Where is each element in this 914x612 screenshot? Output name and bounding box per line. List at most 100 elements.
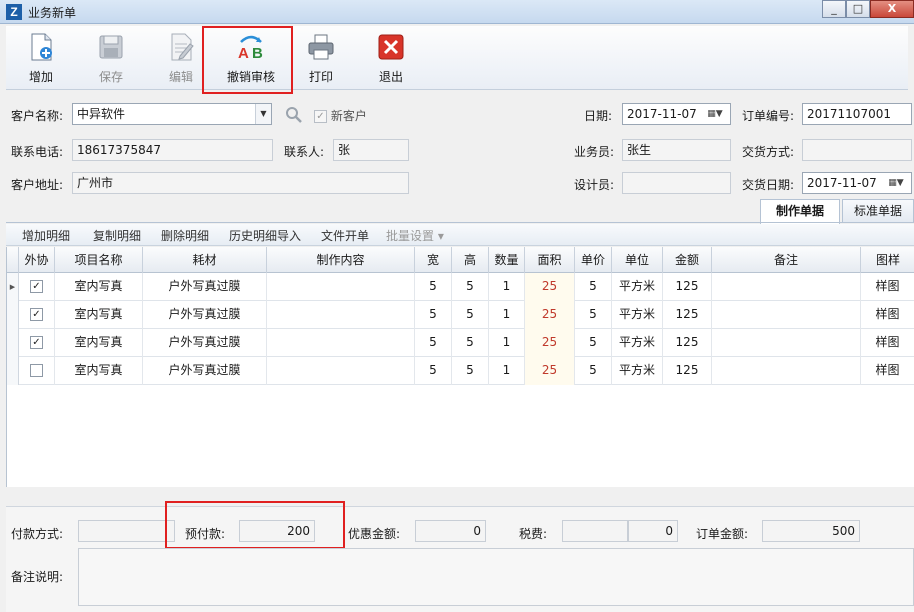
salesman-field[interactable]: 张生 (622, 139, 731, 161)
cell-amount[interactable]: 125 (663, 273, 712, 301)
col-sample[interactable]: 图样 (861, 247, 914, 273)
cell-unit-price[interactable]: 5 (575, 301, 612, 329)
cell-quantity[interactable]: 1 (489, 301, 525, 329)
col-unit-price[interactable]: 单价 (575, 247, 612, 273)
col-note[interactable]: 备注 (712, 247, 861, 273)
col-width[interactable]: 宽 (415, 247, 452, 273)
col-height[interactable]: 高 (452, 247, 489, 273)
cell-width[interactable]: 5 (415, 357, 452, 385)
delivery-date-picker[interactable]: 2017-11-07 ▦▼ (802, 172, 912, 194)
row-indicator[interactable] (7, 329, 19, 357)
cell-sample[interactable]: 样图 (861, 301, 914, 329)
cell-amount[interactable]: 125 (663, 329, 712, 357)
col-area[interactable]: 面积 (525, 247, 575, 273)
cell-unit[interactable]: 平方米 (612, 301, 663, 329)
tax-field[interactable]: 0 (628, 520, 678, 542)
checkbox-checked-icon[interactable]: ✓ (30, 308, 43, 321)
cell-item-name[interactable]: 室内写真 (55, 301, 143, 329)
close-window-button[interactable]: X (870, 0, 914, 18)
col-item-name[interactable]: 项目名称 (55, 247, 143, 273)
order-amount-field[interactable]: 500 (762, 520, 860, 542)
cell-item-name[interactable]: 室内写真 (55, 329, 143, 357)
minimize-button[interactable]: _ (822, 0, 846, 18)
cell-unit[interactable]: 平方米 (612, 273, 663, 301)
cell-height[interactable]: 5 (452, 357, 489, 385)
cell-unit-price[interactable]: 5 (575, 329, 612, 357)
chevron-down-icon[interactable]: ▼ (255, 104, 271, 124)
discount-field[interactable]: 0 (415, 520, 486, 542)
col-material[interactable]: 耗材 (143, 247, 267, 273)
row-indicator[interactable] (7, 301, 19, 329)
tab-standard-order[interactable]: 标准单据 (842, 199, 914, 223)
exit-button[interactable]: 退出 (356, 26, 426, 88)
cell-sample[interactable]: 样图 (861, 329, 914, 357)
cell-outsource[interactable]: ✓ (19, 301, 55, 329)
col-content[interactable]: 制作内容 (267, 247, 415, 273)
cell-area[interactable]: 25 (525, 357, 575, 385)
cell-height[interactable]: 5 (452, 301, 489, 329)
search-icon[interactable] (285, 106, 302, 123)
calendar-dropdown-icon[interactable]: ▦▼ (883, 174, 909, 192)
contact-field[interactable]: 张 (333, 139, 409, 161)
cell-outsource[interactable] (19, 357, 55, 385)
cell-width[interactable]: 5 (415, 301, 452, 329)
add-button[interactable]: 增加 (6, 26, 76, 88)
cell-amount[interactable]: 125 (663, 301, 712, 329)
history-import-button[interactable]: 历史明细导入 (229, 227, 301, 244)
designer-field[interactable] (622, 172, 731, 194)
cell-area[interactable]: 25 (525, 301, 575, 329)
tax-rate-field[interactable] (562, 520, 628, 542)
cell-content[interactable] (267, 329, 415, 357)
date-picker[interactable]: 2017-11-07 ▦▼ (622, 103, 731, 125)
phone-field[interactable]: 18617375847 (72, 139, 273, 161)
cell-item-name[interactable]: 室内写真 (55, 273, 143, 301)
cell-unit-price[interactable]: 5 (575, 357, 612, 385)
cell-amount[interactable]: 125 (663, 357, 712, 385)
checkbox-checked-icon[interactable]: ✓ (30, 336, 43, 349)
cell-unit-price[interactable]: 5 (575, 273, 612, 301)
col-amount[interactable]: 金额 (663, 247, 712, 273)
cell-content[interactable] (267, 273, 415, 301)
cell-item-name[interactable]: 室内写真 (55, 357, 143, 385)
cell-outsource[interactable]: ✓ (19, 273, 55, 301)
tab-production-order[interactable]: 制作单据 (760, 199, 840, 224)
cell-material[interactable]: 户外写真过膜 (143, 301, 267, 329)
cell-unit[interactable]: 平方米 (612, 329, 663, 357)
cell-content[interactable] (267, 301, 415, 329)
memo-textarea[interactable] (78, 548, 914, 606)
table-row[interactable]: ✓ 室内写真 户外写真过膜 5 5 1 25 5 平方米 125 样图 (7, 301, 914, 329)
cell-area[interactable]: 25 (525, 329, 575, 357)
col-outsource[interactable]: 外协 (19, 247, 55, 273)
delivery-method-field[interactable] (802, 139, 912, 161)
cell-width[interactable]: 5 (415, 273, 452, 301)
cell-sample[interactable]: 样图 (861, 357, 914, 385)
cell-note[interactable] (712, 329, 861, 357)
col-unit[interactable]: 单位 (612, 247, 663, 273)
cell-quantity[interactable]: 1 (489, 273, 525, 301)
cell-material[interactable]: 户外写真过膜 (143, 273, 267, 301)
copy-detail-button[interactable]: 复制明细 (93, 227, 141, 244)
payment-method-field[interactable] (78, 520, 175, 542)
cell-material[interactable]: 户外写真过膜 (143, 357, 267, 385)
cell-unit[interactable]: 平方米 (612, 357, 663, 385)
checkbox-checked-icon[interactable]: ✓ (30, 280, 43, 293)
customer-select[interactable]: 中异软件 ▼ (72, 103, 272, 125)
cell-content[interactable] (267, 357, 415, 385)
cell-area[interactable]: 25 (525, 273, 575, 301)
add-detail-button[interactable]: 增加明细 (22, 227, 70, 244)
cell-height[interactable]: 5 (452, 329, 489, 357)
print-button[interactable]: 打印 (286, 26, 356, 88)
checkbox-unchecked-icon[interactable] (30, 364, 43, 377)
col-quantity[interactable]: 数量 (489, 247, 525, 273)
maximize-button[interactable]: □ (846, 0, 870, 18)
delete-detail-button[interactable]: 删除明细 (161, 227, 209, 244)
batch-settings-button[interactable]: 批量设置 ▾ (386, 227, 444, 244)
row-indicator[interactable] (7, 357, 19, 385)
cell-quantity[interactable]: 1 (489, 357, 525, 385)
current-row-arrow-icon[interactable]: ▶ (7, 273, 19, 301)
save-button[interactable]: 保存 (76, 26, 146, 88)
cell-quantity[interactable]: 1 (489, 329, 525, 357)
table-row[interactable]: 室内写真 户外写真过膜 5 5 1 25 5 平方米 125 样图 (7, 357, 914, 385)
cell-material[interactable]: 户外写真过膜 (143, 329, 267, 357)
cell-outsource[interactable]: ✓ (19, 329, 55, 357)
